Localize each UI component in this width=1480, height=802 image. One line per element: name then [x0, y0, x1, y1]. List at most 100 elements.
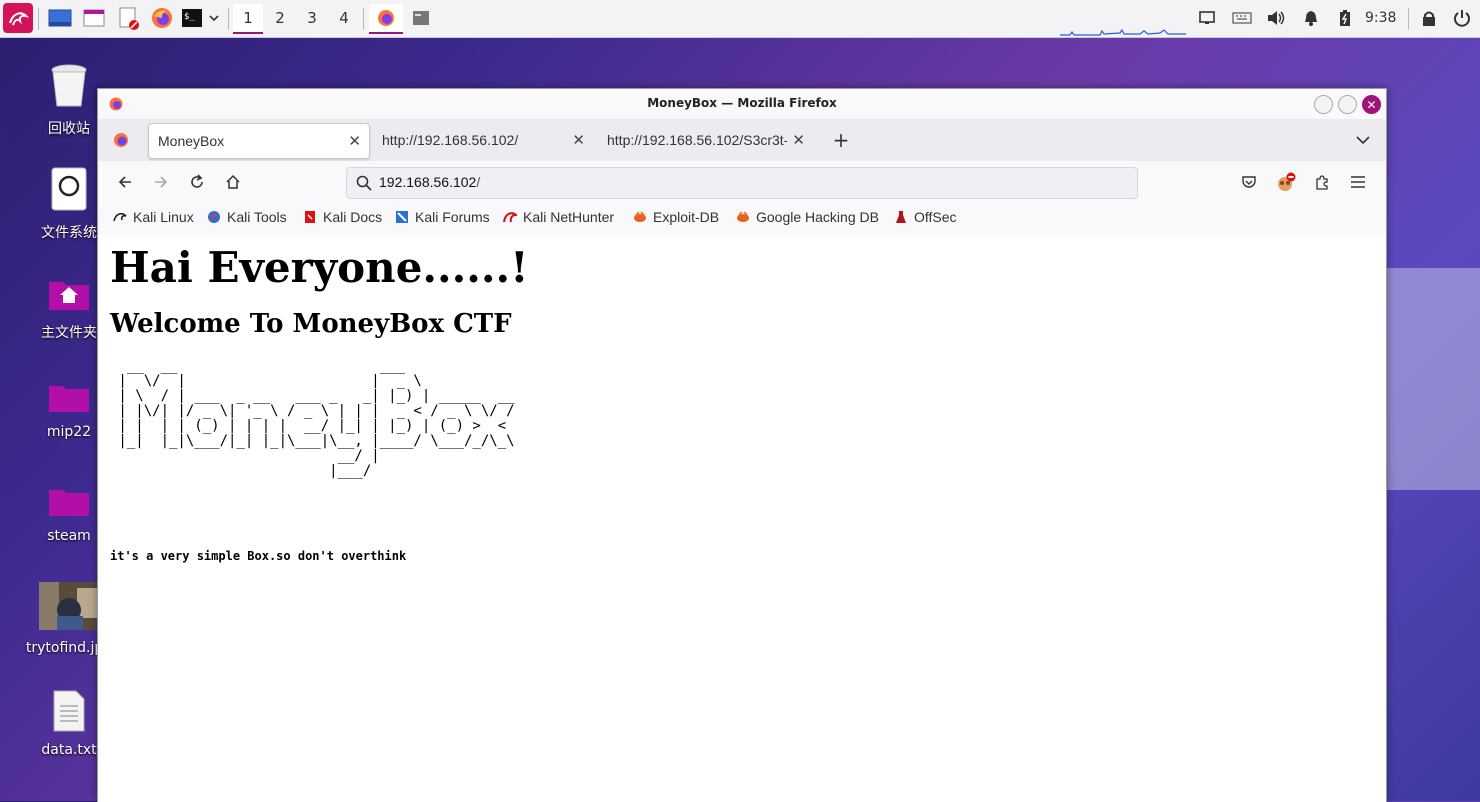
- firefox-icon: [152, 8, 172, 28]
- terminal-launcher[interactable]: $_: [179, 4, 205, 32]
- file-manager-launcher[interactable]: [80, 4, 108, 32]
- chevron-down-icon: [209, 15, 219, 22]
- notifications-tray-button[interactable]: [1300, 4, 1322, 32]
- tab-close-icon[interactable]: ✕: [572, 131, 585, 149]
- taskbar: $_ 1 2 3 4 9:38: [0, 0, 1480, 38]
- navigation-toolbar: 192.168.56.102/: [98, 161, 1386, 203]
- hamburger-menu-icon: [1351, 176, 1365, 188]
- kali-forums-icon: [396, 211, 408, 223]
- terminal-icon: [413, 11, 429, 25]
- display-tray-button[interactable]: [1196, 4, 1218, 32]
- home-folder-icon: [49, 282, 89, 310]
- bookmark-label: Kali NetHunter: [523, 209, 615, 225]
- bookmark-google-hacking-db[interactable]: Google Hacking DB: [736, 209, 879, 225]
- new-tab-button[interactable]: +: [830, 128, 852, 152]
- tab-moneybox[interactable]: MoneyBox ✕: [148, 123, 370, 159]
- exploit-db-icon: [634, 211, 646, 222]
- kali-dragon-icon: [113, 212, 127, 222]
- tab-ip-root[interactable]: http://192.168.56.102/ ✕: [373, 123, 593, 157]
- launcher-dropdown[interactable]: [206, 4, 222, 32]
- arrow-right-icon: [155, 176, 168, 188]
- reload-button[interactable]: [186, 171, 208, 193]
- bookmark-label: Kali Forums: [415, 209, 490, 225]
- workspace-1[interactable]: 1: [233, 4, 263, 34]
- workspace-2[interactable]: 2: [265, 4, 295, 32]
- volume-tray-button[interactable]: [1264, 4, 1288, 32]
- volume-icon: [1268, 11, 1285, 25]
- pocket-button[interactable]: [1238, 171, 1260, 193]
- text-editor-launcher[interactable]: [114, 4, 142, 32]
- puzzle-icon: [1316, 175, 1328, 190]
- maximize-button[interactable]: [1338, 95, 1357, 114]
- bookmark-label: Exploit-DB: [653, 209, 720, 225]
- bookmark-offsec[interactable]: OffSec: [894, 209, 957, 225]
- close-icon: ✕: [1366, 97, 1377, 112]
- svg-text:$_: $_: [184, 12, 195, 22]
- keyboard-tray-button[interactable]: [1230, 4, 1254, 32]
- firefox-launcher[interactable]: [148, 4, 176, 32]
- forward-button[interactable]: [150, 171, 172, 193]
- bookmark-kali-forums[interactable]: Kali Forums: [395, 209, 490, 225]
- bookmark-exploit-db[interactable]: Exploit-DB: [633, 209, 719, 225]
- clock[interactable]: 9:38: [1365, 10, 1396, 26]
- tab-ip-secret[interactable]: http://192.168.56.102/S3cr3t- ✕: [598, 123, 813, 157]
- kali-tools-icon: [208, 211, 220, 223]
- plus-icon: +: [832, 128, 850, 152]
- taskbar-separator: [363, 8, 364, 30]
- offsec-icon: [896, 211, 906, 223]
- battery-charging-icon: [1340, 10, 1350, 26]
- page-tagline: it's a very simple Box.so don't overthin…: [110, 549, 407, 563]
- task-terminal-window[interactable]: [407, 4, 435, 32]
- task-firefox-window[interactable]: [369, 4, 403, 34]
- bookmark-kali-nethunter[interactable]: Kali NetHunter: [503, 209, 614, 225]
- folder-icon: [49, 386, 89, 412]
- firefox-icon: [114, 133, 128, 147]
- home-icon: [226, 174, 240, 189]
- home-button[interactable]: [222, 171, 244, 193]
- firefox-view-button[interactable]: [104, 127, 138, 153]
- tab-label: http://192.168.56.102/: [382, 132, 519, 148]
- bookmark-kali-linux[interactable]: Kali Linux: [113, 209, 194, 225]
- tab-close-icon[interactable]: ✕: [348, 132, 361, 150]
- cpu-graph: [1060, 28, 1186, 36]
- bell-icon: [1305, 11, 1317, 26]
- search-icon: [356, 175, 372, 191]
- url-host: 192.168.56.102: [379, 174, 477, 190]
- show-desktop-button[interactable]: [46, 4, 74, 32]
- page-content: Hai Everyone......! Welcome To MoneyBox …: [98, 235, 1386, 802]
- url-text: 192.168.56.102/: [379, 174, 480, 190]
- tab-close-icon[interactable]: ✕: [792, 131, 805, 149]
- filesystem-icon: [51, 167, 87, 211]
- extensions-button[interactable]: [1311, 171, 1333, 193]
- window-title: MoneyBox — Mozilla Firefox: [647, 96, 837, 110]
- extension-button[interactable]: [1275, 171, 1297, 193]
- workspace-3[interactable]: 3: [297, 4, 327, 32]
- back-button[interactable]: [114, 171, 136, 193]
- bookmark-kali-tools[interactable]: Kali Tools: [207, 209, 287, 225]
- kali-docs-icon: [305, 211, 315, 223]
- url-bar[interactable]: 192.168.56.102/: [346, 167, 1138, 199]
- arrow-left-icon: [118, 176, 131, 188]
- taskbar-separator: [1408, 8, 1409, 30]
- tab-label: http://192.168.56.102/S3cr3t-: [607, 132, 787, 148]
- power-tray-button[interactable]: [1334, 4, 1356, 32]
- tab-label: MoneyBox: [158, 133, 225, 149]
- text-editor-icon: [119, 7, 139, 30]
- terminal-icon: $_: [182, 9, 202, 27]
- app-menu-button[interactable]: [1347, 171, 1369, 193]
- bookmark-kali-docs[interactable]: Kali Docs: [303, 209, 382, 225]
- workspace-4[interactable]: 4: [329, 4, 359, 32]
- bookmark-label: Kali Linux: [133, 209, 194, 225]
- background-window: [1386, 268, 1480, 490]
- kali-menu-button[interactable]: [3, 3, 33, 33]
- window-titlebar[interactable]: MoneyBox — Mozilla Firefox ✕: [98, 89, 1386, 119]
- logout-button[interactable]: [1450, 4, 1474, 32]
- minimize-button[interactable]: [1314, 95, 1333, 114]
- bookmark-label: OffSec: [914, 209, 957, 225]
- lock-screen-button[interactable]: [1418, 4, 1440, 32]
- reload-icon: [191, 174, 203, 188]
- close-window-button[interactable]: ✕: [1362, 95, 1381, 114]
- list-all-tabs-button[interactable]: [1352, 129, 1374, 151]
- monitor-icon: [1199, 11, 1215, 24]
- pocket-icon: [1242, 176, 1256, 188]
